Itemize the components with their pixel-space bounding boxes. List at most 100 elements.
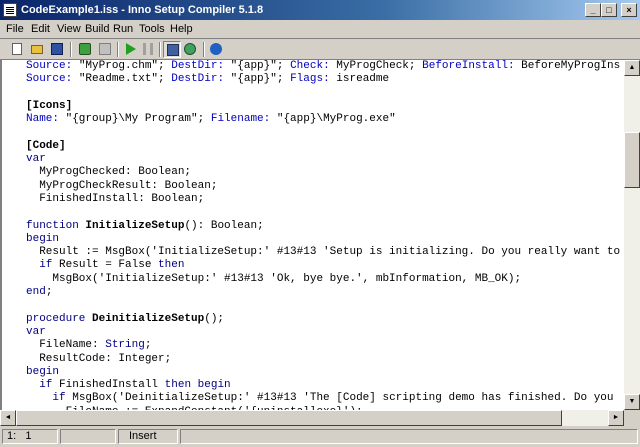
code-token: [Code] (26, 139, 66, 152)
code-token: Source: (26, 60, 79, 72)
code-token: [Icons] (26, 99, 73, 112)
help-button[interactable] (207, 41, 225, 58)
code-line[interactable]: MyProgChecked: Boolean; (26, 166, 620, 179)
code-token: Filename: (210, 113, 277, 126)
code-token: MyProgCheckResult: Boolean; (26, 179, 218, 192)
code-line[interactable]: procedure DeinitializeSetup(); (26, 313, 620, 326)
code-token: if (39, 259, 60, 272)
horizontal-scroll-thumb[interactable] (16, 410, 562, 426)
minimize-button[interactable]: _ (585, 3, 601, 17)
code-token: Flags: (290, 73, 337, 86)
code-line[interactable] (26, 299, 620, 312)
code-line[interactable]: Name: "{group}\My Program"; Filename: "{… (26, 113, 620, 126)
code-line[interactable]: ResultCode: Integer; (26, 353, 620, 366)
scroll-down-button[interactable]: ▼ (624, 394, 640, 410)
title-bar[interactable]: CodeExample1.iss - Inno Setup Compiler 5… (0, 0, 640, 20)
code-line[interactable] (26, 206, 620, 219)
code-line[interactable]: function InitializeSetup(): Boolean; (26, 220, 620, 233)
code-line[interactable]: MsgBox('InitializeSetup:' #13#13 'Ok, by… (26, 273, 620, 286)
code-line[interactable]: begin (26, 366, 620, 379)
code-line[interactable]: Source: "MyProg.chm"; DestDir: "{app}"; … (26, 60, 620, 73)
code-line[interactable]: Result := MsgBox('InitializeSetup:' #13#… (26, 246, 620, 259)
menu-run[interactable]: Run (113, 22, 133, 36)
code-line[interactable]: var (26, 326, 620, 339)
code-token: (); (204, 312, 225, 325)
code-line[interactable]: [Icons] (26, 100, 620, 113)
code-token: var (26, 325, 46, 338)
code-line[interactable]: var (26, 153, 620, 166)
modified-indicator (60, 429, 116, 444)
code-token: if (52, 392, 73, 405)
code-line[interactable]: MyProgCheckResult: Boolean; (26, 180, 620, 193)
menu-tools[interactable]: Tools (139, 22, 165, 36)
menu-help[interactable]: Help (170, 22, 193, 36)
vertical-scrollbar[interactable]: ▲ ▼ (624, 60, 640, 410)
insert-mode: Insert (118, 429, 178, 444)
save-button[interactable] (48, 41, 66, 58)
code-text[interactable]: Source: "MyProg.chm"; DestDir: "{app}"; … (26, 60, 620, 410)
code-token: Name: (26, 113, 66, 126)
code-token: "{app}\MyProg.exe" (276, 113, 396, 126)
toolbar (0, 38, 640, 60)
code-token: BeforeInstall: (422, 60, 522, 72)
pause-button[interactable] (139, 41, 157, 58)
app-icon[interactable] (3, 3, 17, 17)
menu-bar: File Edit View Build Run Tools Help (0, 20, 640, 39)
code-line[interactable]: FileName: String; (26, 339, 620, 352)
code-token: "{app}"; (230, 60, 291, 72)
code-line[interactable] (26, 126, 620, 139)
status-bar: 1: 1 Insert (0, 426, 640, 447)
menu-view[interactable]: View (57, 22, 81, 36)
target-setup-button[interactable] (163, 41, 181, 58)
scroll-up-button[interactable]: ▲ (624, 60, 640, 76)
code-line[interactable]: end; (26, 286, 620, 299)
new-file-button[interactable] (8, 41, 26, 58)
run-icon (126, 43, 136, 55)
open-button[interactable] (28, 41, 46, 58)
help-icon (210, 43, 222, 55)
compile-button[interactable] (76, 41, 94, 58)
code-token: ; (144, 339, 152, 352)
menu-edit[interactable]: Edit (31, 22, 50, 36)
open-folder-icon (31, 45, 43, 54)
code-token: then begin (164, 379, 231, 392)
code-line[interactable]: Source: "Readme.txt"; DestDir: "{app}"; … (26, 73, 620, 86)
menu-build[interactable]: Build (85, 22, 109, 36)
code-line[interactable]: begin (26, 233, 620, 246)
code-token: FinishedInstall (59, 379, 165, 392)
vertical-scroll-thumb[interactable] (624, 132, 640, 188)
code-token: if (39, 379, 60, 392)
code-token: "{group}\My Program"; (65, 113, 211, 126)
code-line[interactable]: [Code] (26, 140, 620, 153)
code-line[interactable]: FinishedInstall: Boolean; (26, 193, 620, 206)
scroll-left-button[interactable]: ◄ (0, 410, 16, 426)
code-token: FinishedInstall: Boolean; (26, 192, 205, 205)
code-line[interactable]: if MsgBox('DeinitializeSetup:' #13#13 'T… (26, 392, 620, 405)
code-line[interactable]: if FinishedInstall then begin (26, 379, 620, 392)
target-uninstall-button[interactable] (181, 41, 199, 58)
code-token: Check: (290, 60, 337, 72)
new-file-icon (12, 43, 22, 55)
code-editor[interactable]: Source: "MyProg.chm"; DestDir: "{app}"; … (0, 60, 624, 410)
code-token: then (158, 259, 185, 272)
code-token: "{app}"; (230, 73, 291, 86)
code-line[interactable]: if Result = False then (26, 259, 620, 272)
compile-icon (79, 43, 91, 55)
code-token: DestDir: (171, 60, 231, 72)
code-token: MsgBox('DeinitializeSetup:' #13#13 'The … (72, 392, 614, 405)
code-token: function (26, 219, 86, 232)
code-line[interactable] (26, 87, 620, 100)
horizontal-scrollbar[interactable]: ◄ ► (0, 410, 624, 426)
close-button[interactable]: × (621, 3, 637, 17)
window-title: CodeExample1.iss - Inno Setup Compiler 5… (21, 4, 264, 16)
menu-file[interactable]: File (6, 22, 24, 36)
maximize-button[interactable]: □ (601, 3, 617, 17)
stop-compile-button[interactable] (96, 41, 114, 58)
scroll-right-button[interactable]: ► (608, 410, 624, 426)
run-button[interactable] (121, 41, 139, 58)
code-token: begin (26, 365, 60, 378)
code-token: DeinitializeSetup (92, 312, 205, 325)
